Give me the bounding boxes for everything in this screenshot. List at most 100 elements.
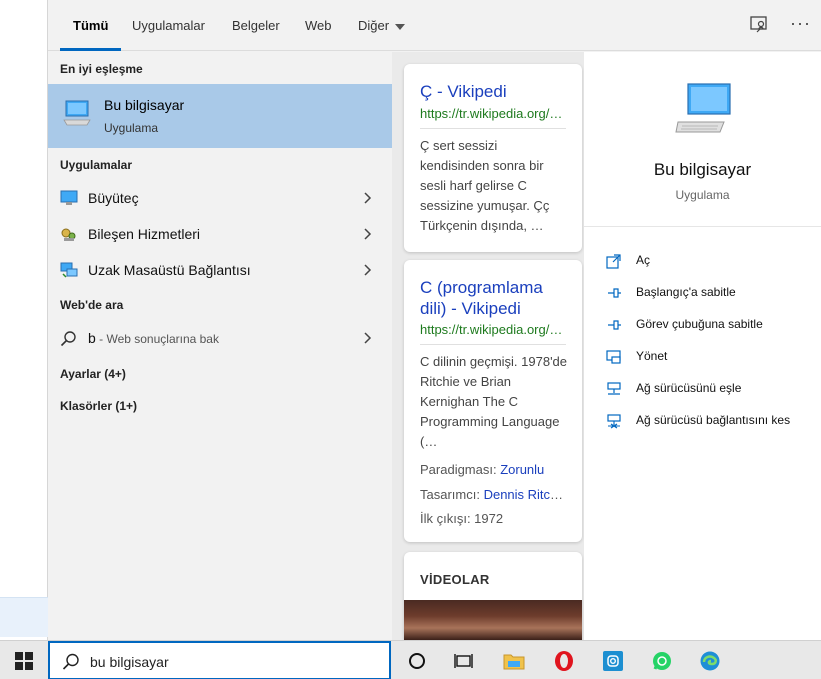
videos-card[interactable]: VİDEOLAR: [404, 552, 582, 652]
chevron-down-icon: [395, 23, 406, 30]
detail-subtitle: Uygulama: [675, 188, 730, 202]
search-icon: [62, 653, 79, 670]
best-match-subtitle: Uygulama: [104, 121, 159, 135]
file-explorer-icon[interactable]: [502, 649, 526, 673]
apps-heading: Uygulamalar: [60, 158, 133, 172]
web-search-label: b - Web sonuçlarına bak: [88, 330, 219, 346]
detail-title: Bu bilgisayar: [653, 160, 752, 179]
video-thumbnail[interactable]: [404, 600, 582, 640]
tab-web[interactable]: Web: [305, 0, 332, 51]
start-windows-icon[interactable]: [15, 652, 33, 670]
action-pin-taskbar[interactable]: Görev çubuğuna sabitle: [606, 314, 816, 338]
chevron-right-icon[interactable]: [364, 228, 372, 240]
action-label: Görev çubuğuna sabitle: [636, 317, 763, 331]
search-query-text: bu bilgisayar: [90, 654, 169, 670]
list-item-remote-desktop[interactable]: Uzak Masaüstü Bağlantısı: [48, 252, 392, 288]
divider: [420, 128, 566, 129]
tab-apps-label: Uygulamalar: [132, 18, 205, 33]
tab-more-label: Diğer: [358, 18, 390, 33]
instagram-icon[interactable]: [601, 649, 625, 673]
fact-row: İlk çıkışı: 1972: [420, 511, 566, 526]
action-label: Ağ sürücüsünü eşle: [636, 381, 742, 395]
web-search-suffix: - Web sonuçlarına bak: [95, 332, 219, 346]
tab-all[interactable]: Tümü: [59, 0, 122, 51]
action-label: Başlangıç'a sabitle: [636, 285, 736, 299]
best-match-title: Bu bilgisayar: [104, 97, 185, 113]
action-label: Aç: [636, 253, 651, 267]
desktop-background: [0, 0, 48, 640]
chevron-right-icon[interactable]: [364, 192, 372, 204]
fact-value: 1972: [474, 511, 504, 526]
task-view-icon[interactable]: [452, 649, 476, 673]
fact-link[interactable]: Dennis Ritchie: [484, 487, 566, 502]
action-manage[interactable]: Yönet: [606, 346, 816, 370]
best-match-heading: En iyi eşleşme: [60, 62, 143, 76]
results-list: En iyi eşleşme Bu bilgisayar Uygulama Uy…: [48, 52, 392, 640]
tab-apps[interactable]: Uygulamalar: [132, 0, 205, 51]
more-icon[interactable]: ···: [790, 13, 812, 35]
taskbar-search-input[interactable]: bu bilgisayar: [48, 641, 391, 679]
list-item-component-services[interactable]: Bileşen Hizmetleri: [48, 216, 392, 252]
settings-group[interactable]: Ayarlar (4+): [60, 367, 126, 381]
best-match-item[interactable]: Bu bilgisayar Uygulama: [48, 84, 392, 148]
this-pc-icon: [675, 83, 731, 133]
cortana-icon[interactable]: [405, 649, 429, 673]
action-label: Ağ sürücüsü bağlantısını kes: [636, 413, 791, 427]
tab-more[interactable]: Diğer: [358, 0, 406, 51]
action-map-drive[interactable]: Ağ sürücüsünü eşle: [606, 378, 816, 402]
edge-icon[interactable]: [698, 649, 722, 673]
remote-desktop-icon: [60, 262, 78, 278]
whatsapp-icon[interactable]: [650, 649, 674, 673]
web-result-title[interactable]: Ç - Vikipedi: [420, 81, 507, 102]
chevron-right-icon[interactable]: [364, 264, 372, 276]
fact-key: Paradigması:: [420, 462, 501, 477]
folders-group[interactable]: Klasörler (1+): [60, 399, 137, 413]
feedback-icon[interactable]: [748, 14, 770, 36]
web-search-query: b: [88, 330, 96, 346]
opera-icon[interactable]: [552, 649, 576, 673]
fact-row: Paradigması: Zorunlu: [420, 462, 566, 477]
action-pin-start[interactable]: Başlangıç'a sabitle: [606, 282, 816, 306]
map-drive-icon: [607, 382, 621, 395]
desktop-item[interactable]: [0, 597, 48, 637]
search-panel: Tümü Uygulamalar Belgeler Web Diğer ··· …: [48, 0, 821, 652]
action-open[interactable]: Aç: [606, 250, 816, 274]
fact-row: Tasarımcı: Dennis Ritchie: [420, 487, 566, 502]
manage-icon: [606, 350, 621, 364]
pin-taskbar-icon: [608, 320, 621, 330]
tab-bar: Tümü Uygulamalar Belgeler Web Diğer ···: [48, 0, 821, 51]
fact-key: İlk çıkışı:: [420, 511, 475, 526]
web-result-description: C dilinin geçmişi. 1978'de Ritchie ve Br…: [420, 354, 568, 449]
videos-heading: VİDEOLAR: [420, 572, 490, 587]
pin-start-icon: [608, 288, 621, 298]
detail-header: Bu bilgisayar Uygulama: [584, 52, 821, 227]
open-icon: [606, 254, 621, 269]
this-pc-icon: [63, 100, 91, 126]
list-item-label: Bileşen Hizmetleri: [88, 226, 201, 242]
search-icon: [60, 331, 76, 347]
tab-all-label: Tümü: [73, 18, 109, 33]
disconnect-drive-icon: [607, 414, 621, 429]
list-item-label: Büyüteç: [88, 190, 139, 206]
magnifier-icon: [60, 190, 78, 205]
web-result-url[interactable]: https://tr.wikipedia.org/wiki/Ç: [420, 106, 566, 121]
chevron-right-icon[interactable]: [364, 332, 372, 344]
action-disconnect-drive[interactable]: Ağ sürücüsü bağlantısını kes: [606, 410, 816, 434]
fact-key: Tasarımcı:: [420, 487, 484, 502]
action-label: Yönet: [636, 349, 668, 363]
web-search-item[interactable]: b - Web sonuçlarına bak: [48, 320, 392, 356]
web-results-column: Ç - Vikipedi https://tr.wikipedia.org/wi…: [392, 52, 584, 652]
tab-documents[interactable]: Belgeler: [232, 0, 280, 51]
web-result-card[interactable]: C (programlama dili) - Vikipedi https://…: [404, 260, 582, 542]
list-item-label: Uzak Masaüstü Bağlantısı: [88, 262, 251, 278]
taskbar: bu bilgisayar: [0, 640, 821, 679]
web-search-heading: Web'de ara: [60, 298, 124, 312]
tab-web-label: Web: [305, 18, 332, 33]
web-result-description: Ç sert sessizi kendisinden sonra bir ses…: [420, 138, 550, 233]
web-result-title[interactable]: C (programlama dili) - Vikipedi: [420, 277, 570, 319]
web-result-card[interactable]: Ç - Vikipedi https://tr.wikipedia.org/wi…: [404, 64, 582, 252]
web-result-url[interactable]: https://tr.wikipedia.org/wiki/C: [420, 322, 566, 337]
divider: [420, 344, 566, 345]
list-item-magnifier[interactable]: Büyüteç: [48, 180, 392, 216]
fact-link[interactable]: Zorunlu: [500, 462, 544, 477]
